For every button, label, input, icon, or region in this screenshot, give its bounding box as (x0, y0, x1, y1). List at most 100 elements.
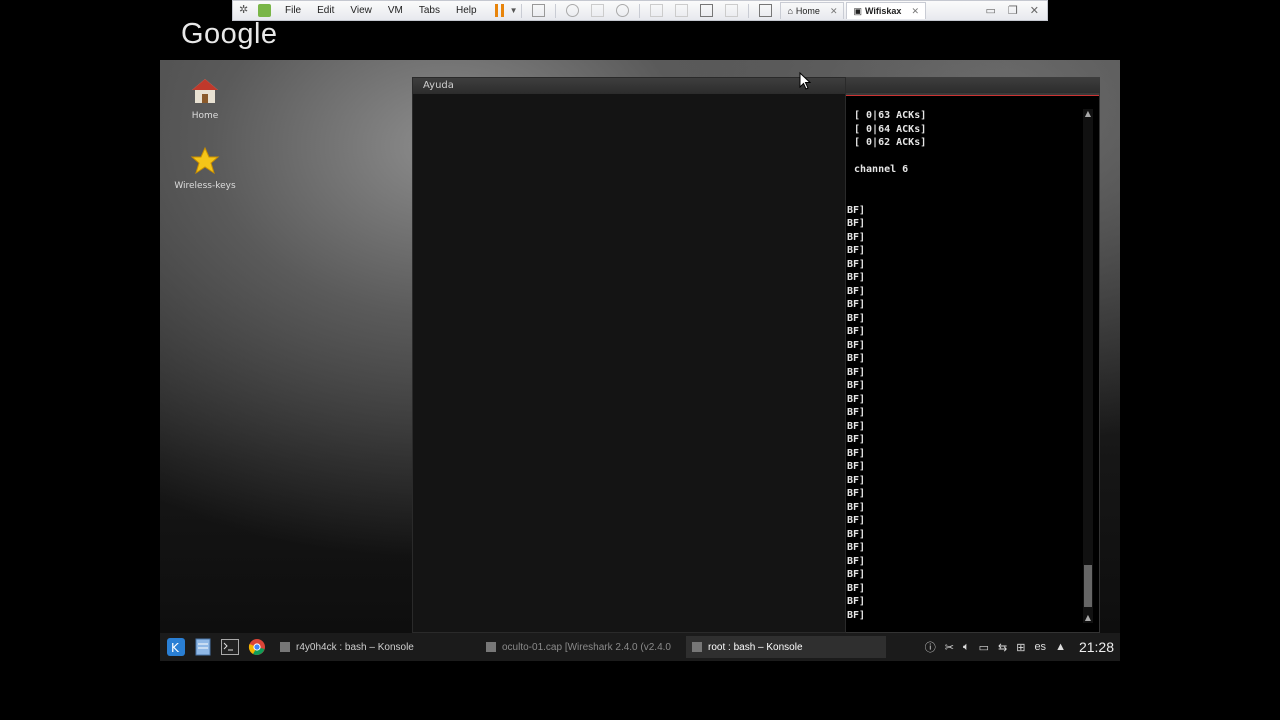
task-root-konsole[interactable]: root : bash – Konsole (686, 636, 886, 658)
menu-file[interactable]: File (277, 5, 309, 16)
ayuda-titlebar[interactable]: Ayuda (413, 78, 845, 94)
clock[interactable]: 21:28 (1079, 639, 1114, 655)
terminal-line: [ 0|63 ACKs] (854, 110, 927, 121)
task-r4y0h4ck-konsole[interactable]: r4y0h4ck : bash – Konsole (274, 636, 474, 658)
terminal-line: BF] (847, 596, 866, 607)
tab-wifiskax[interactable]: ▣ Wifiskax ✕ (846, 2, 926, 19)
display-icon[interactable]: ▭ (979, 641, 989, 654)
volume-icon[interactable]: 🔈︎ (963, 641, 970, 654)
keyboard-layout[interactable]: es (1034, 641, 1046, 653)
terminal-icon (221, 639, 239, 655)
chevron-down-icon[interactable]: ▼ (510, 6, 518, 15)
terminal-line: BF] (847, 380, 866, 391)
desktop-icon-label: Home (191, 111, 219, 121)
terminal-line: BF] (847, 299, 866, 310)
close-icon[interactable]: ✕ (1030, 4, 1039, 17)
pin-icon[interactable]: ✲ (239, 4, 252, 17)
network-icon[interactable]: ⇆ (998, 641, 1007, 654)
send-keys-icon[interactable] (532, 4, 546, 17)
konsole-icon (692, 642, 702, 652)
terminal-line: BF] (847, 393, 866, 405)
terminal-line: BF] (847, 501, 866, 513)
kde-logo-icon: K (167, 638, 185, 656)
tab-home[interactable]: ⌂ Home ✕ (780, 2, 845, 19)
minimize-icon[interactable]: ▭ (986, 4, 996, 17)
svg-text:K: K (171, 641, 180, 655)
maximize-icon[interactable]: ❐ (1008, 4, 1018, 17)
terminal-line: BF] (847, 515, 866, 526)
terminal-output[interactable]: [ 0|63 ACKs] [ 0|64 ACKs] [ 0|62 ACKs] cha… (847, 109, 1087, 629)
terminal-line: BF] (847, 204, 866, 216)
terminal-line: BF] (847, 488, 866, 499)
terminal-line: BF] (847, 312, 866, 324)
terminal-line: [ 0|64 ACKs] (854, 123, 927, 135)
pause-icon[interactable] (494, 4, 504, 17)
scrollbar-thumb[interactable] (1084, 565, 1092, 607)
terminal-line: [ 0|62 ACKs] (854, 137, 927, 148)
taskbar: K r4y0h4ck : bash – Konsole oculto-01.ca… (160, 633, 1120, 661)
terminal-line: BF] (847, 407, 866, 418)
separator (748, 3, 750, 18)
scroll-up-icon[interactable]: ▲ (1083, 109, 1093, 119)
menu-vm[interactable]: VM (380, 5, 411, 16)
active-titlebar-extension (846, 77, 1100, 93)
kde-menu-button[interactable]: K (165, 636, 187, 658)
star-icon (190, 146, 220, 175)
terminal-line: BF] (847, 609, 866, 621)
terminal-line: BF] (847, 528, 866, 540)
terminal-line: BF] (847, 353, 866, 364)
system-tray: ⓘ ✂ 🔈︎ ▭ ⇆ ⊞ es ▲ 21:28 (925, 639, 1120, 655)
terminal-line: channel 6 (854, 164, 909, 175)
konsole-icon (280, 642, 290, 652)
host-window-controls: ▭ ❐ ✕ (986, 4, 1048, 17)
snapshot-icon[interactable] (566, 4, 580, 17)
menu-view[interactable]: View (342, 5, 380, 16)
close-icon[interactable]: ✕ (911, 6, 919, 17)
desktop-icon-home[interactable]: Home (170, 76, 240, 121)
terminal-line: BF] (847, 542, 866, 553)
terminal-line: BF] (847, 272, 866, 283)
desktop-icon-wireless-keys[interactable]: Wireless-keys (170, 146, 240, 191)
scissors-icon[interactable]: ✂ (945, 641, 954, 654)
fullscreen-icon[interactable] (700, 4, 714, 17)
task-wireshark[interactable]: oculto-01.cap [Wireshark 2.4.0 (v2.4.0 (480, 636, 680, 658)
terminal-line: BF] (847, 434, 866, 445)
separator (555, 3, 557, 18)
terminal-line: BF] (847, 258, 866, 270)
file-manager-icon (195, 638, 211, 656)
console-view-icon (675, 4, 689, 17)
chrome-launcher[interactable] (246, 636, 268, 658)
terminal-scrollbar[interactable]: ▲ ▲ (1083, 109, 1093, 623)
close-icon[interactable]: ✕ (830, 6, 838, 17)
terminal-line: BF] (847, 218, 866, 229)
menu-edit[interactable]: Edit (309, 5, 342, 16)
sidebar-icon (650, 4, 664, 17)
monitor-icon[interactable]: ⊞ (1016, 641, 1025, 654)
mouse-cursor-icon (799, 72, 811, 90)
library-icon[interactable] (759, 4, 773, 17)
scroll-down-icon[interactable]: ▲ (1083, 613, 1093, 623)
vm-icon: ▣ (853, 5, 862, 16)
terminal-line: BF] (847, 582, 866, 594)
menu-tabs[interactable]: Tabs (411, 5, 448, 16)
chrome-icon (248, 639, 265, 655)
file-manager-launcher[interactable] (192, 636, 214, 658)
tab-wifiskax-label: Wifiskax (865, 6, 902, 16)
terminal-line: BF] (847, 326, 866, 337)
unity-icon (725, 4, 739, 17)
wireshark-icon (486, 642, 496, 652)
snapshot-manager-icon[interactable] (616, 4, 630, 17)
separator (639, 3, 641, 18)
task-label: root : bash – Konsole (708, 641, 803, 653)
menu-help[interactable]: Help (448, 5, 485, 16)
desktop-icon-label: Wireless-keys (174, 181, 236, 191)
tab-home-label: Home (795, 6, 820, 16)
terminal-line: BF] (847, 285, 866, 297)
info-icon[interactable]: ⓘ (925, 639, 936, 655)
task-label: oculto-01.cap [Wireshark 2.4.0 (v2.4.0 (502, 641, 671, 653)
tray-expand-icon[interactable]: ▲ (1055, 641, 1066, 653)
vmware-toolbar: ✲ File Edit View VM Tabs Help ▼ ⌂ Home ✕… (232, 0, 1048, 21)
terminal-launcher[interactable] (219, 636, 241, 658)
